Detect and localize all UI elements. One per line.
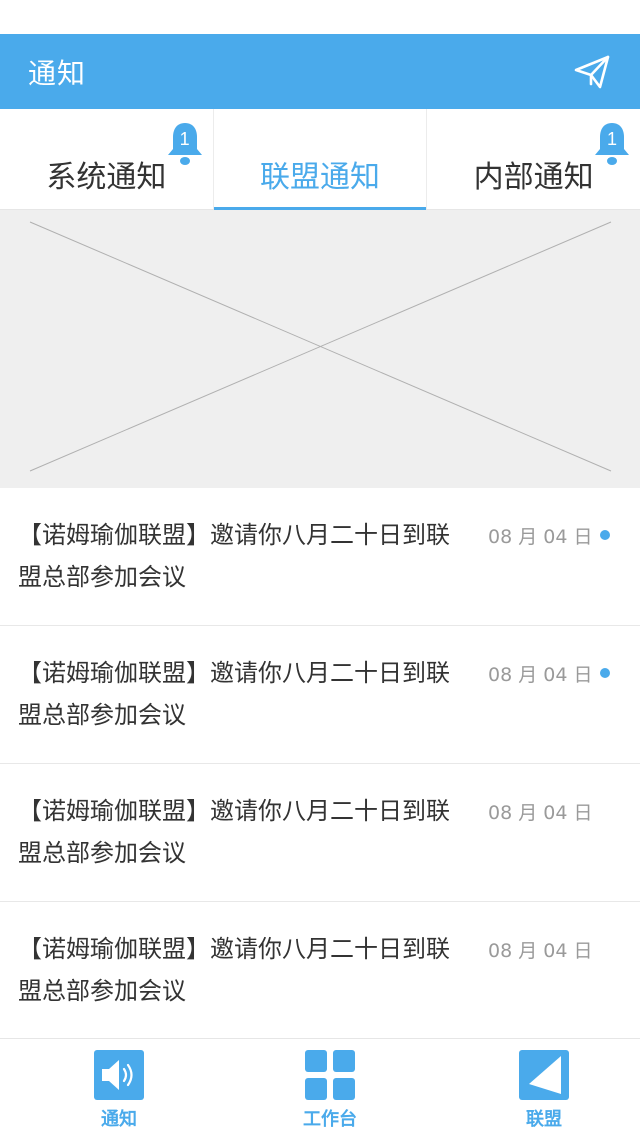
nav-label: 联盟 <box>526 1109 562 1130</box>
nav-item-workbench[interactable]: 工作台 <box>270 1039 390 1136</box>
notice-date: 08 月 04 日 <box>488 526 593 548</box>
unread-dot <box>600 530 610 540</box>
badge-count: 1 <box>179 129 190 149</box>
notice-list: 【诺姆瑜伽联盟】邀请你八月二十日到联盟总部参加会议 08 月 04 日 【诺姆瑜… <box>0 488 640 1040</box>
notice-item[interactable]: 【诺姆瑜伽联盟】邀请你八月二十日到联盟总部参加会议 08 月 04 日 <box>0 764 640 902</box>
tab-internal-notice[interactable]: 内部通知 1 <box>426 109 640 209</box>
notice-item[interactable]: 【诺姆瑜伽联盟】邀请你八月二十日到联盟总部参加会议 08 月 04 日 <box>0 488 640 626</box>
tab-alliance-notice[interactable]: 联盟通知 <box>212 109 427 210</box>
nav-item-alliance[interactable]: 联盟 <box>484 1039 604 1136</box>
tab-label: 内部通知 <box>473 160 594 195</box>
notice-title: 【诺姆瑜伽联盟】邀请你八月二十日到联盟总部参加会议 <box>18 935 450 1005</box>
notification-page: 通知 系统通知 1 联盟通知 内部通知 1 【诺姆瑜伽联盟】邀请你八月二十日到联… <box>0 0 640 1136</box>
notice-title: 【诺姆瑜伽联盟】邀请你八月二十日到联盟总部参加会议 <box>18 797 450 867</box>
bell-badge: 1 <box>167 121 203 169</box>
tab-system-notice[interactable]: 系统通知 1 <box>0 109 213 209</box>
bottom-nav: 通知 工作台 联盟 <box>0 1038 640 1136</box>
notice-item[interactable]: 【诺姆瑜伽联盟】邀请你八月二十日到联盟总部参加会议 08 月 04 日 <box>0 626 640 764</box>
triangle-icon <box>519 1050 569 1100</box>
banner-image-placeholder[interactable] <box>0 210 640 488</box>
nav-label: 工作台 <box>303 1109 357 1130</box>
send-button[interactable] <box>572 52 612 92</box>
unread-dot <box>600 668 610 678</box>
notice-title: 【诺姆瑜伽联盟】邀请你八月二十日到联盟总部参加会议 <box>18 659 450 729</box>
placeholder-cross-icon <box>29 221 612 472</box>
nav-item-notice[interactable]: 通知 <box>59 1039 179 1136</box>
notice-title: 【诺姆瑜伽联盟】邀请你八月二十日到联盟总部参加会议 <box>18 521 450 591</box>
badge-count: 1 <box>607 129 618 149</box>
nav-label: 通知 <box>101 1109 137 1130</box>
page-title: 通知 <box>28 56 87 90</box>
status-bar <box>0 0 640 34</box>
notice-tabs: 系统通知 1 联盟通知 内部通知 1 <box>0 109 640 210</box>
tab-label: 系统通知 <box>46 160 167 195</box>
tab-label: 联盟通知 <box>260 160 380 195</box>
speaker-icon <box>94 1050 144 1100</box>
notice-date: 08 月 04 日 <box>488 940 593 962</box>
notice-date: 08 月 04 日 <box>488 664 593 686</box>
paper-plane-icon <box>574 55 610 88</box>
grid-icon <box>305 1050 355 1100</box>
notice-item[interactable]: 【诺姆瑜伽联盟】邀请你八月二十日到联盟总部参加会议 08 月 04 日 <box>0 902 640 1040</box>
top-bar: 通知 <box>0 34 640 109</box>
notice-date: 08 月 04 日 <box>488 802 593 824</box>
bell-badge: 1 <box>594 121 630 169</box>
